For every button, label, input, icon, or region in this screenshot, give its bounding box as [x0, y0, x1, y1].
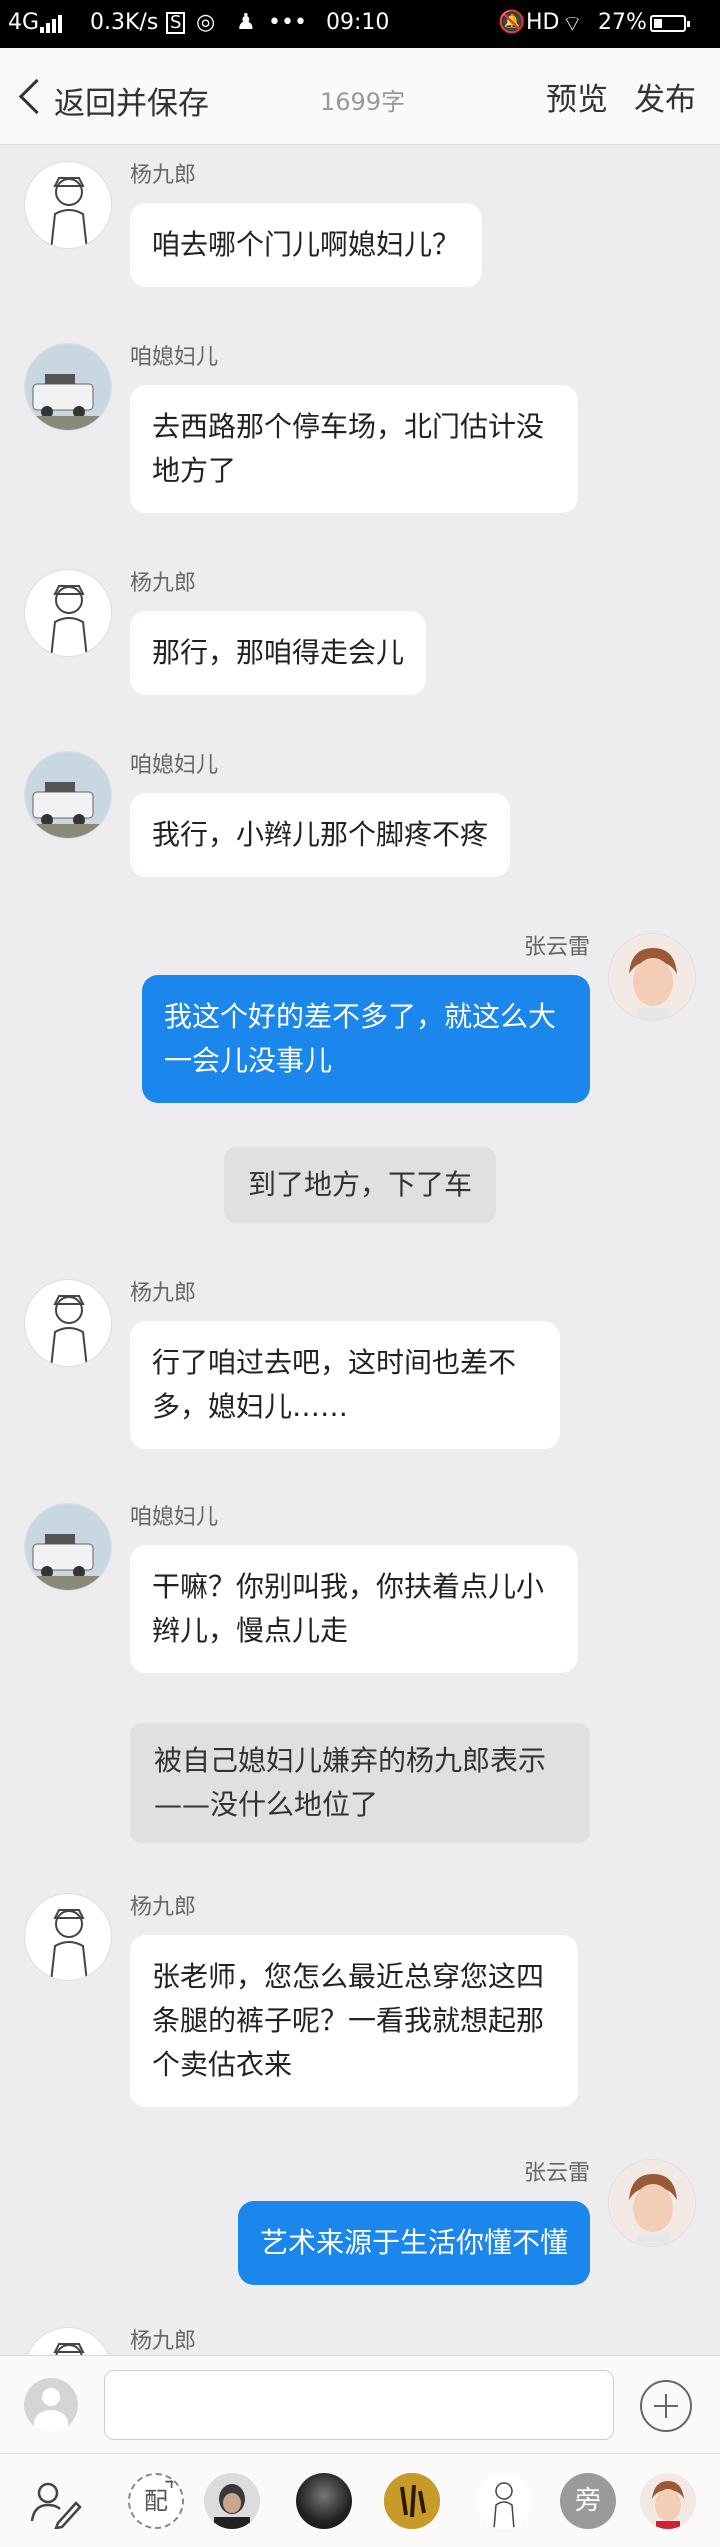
- network-type: 4G: [8, 10, 40, 35]
- role-avatar[interactable]: [384, 2473, 440, 2529]
- s-app-icon: S: [166, 12, 186, 34]
- sketch-boy-avatar[interactable]: [24, 2327, 112, 2355]
- message-input[interactable]: [104, 2370, 614, 2440]
- role-select-avatar-icon[interactable]: [24, 2378, 78, 2432]
- nav-bar: 返回并保存 1699字 预览 发布: [0, 48, 720, 145]
- narration[interactable]: 被自己媳妇儿嫌弃的杨九郎表示——没什么地位了: [130, 1723, 590, 1843]
- message-bubble[interactable]: 去西路那个停车场，北门估计没地方了: [130, 385, 578, 513]
- role-bar: 配 + 旁: [0, 2453, 720, 2547]
- message-bubble[interactable]: 艺术来源于生活你懂不懂: [237, 2201, 590, 2285]
- role-avatar[interactable]: [640, 2473, 696, 2529]
- sketch-boy-avatar[interactable]: [24, 161, 112, 249]
- qq-icon: ♟: [236, 10, 256, 35]
- message-bubble[interactable]: 行了咱过去吧，这时间也差不多，媳妇儿……: [130, 1321, 560, 1449]
- battery-percent: 27%: [598, 10, 647, 35]
- photo-avatar[interactable]: [608, 933, 696, 1021]
- chat-list[interactable]: 杨九郎 咱去哪个门儿啊媳妇儿？ 咱媳妇儿 去西路那个停车场，北门估计没地方了 杨…: [0, 145, 720, 2355]
- hd-indicator: HD: [526, 10, 560, 35]
- back-arrow-icon: [18, 78, 55, 115]
- van-photo-avatar[interactable]: [24, 1503, 112, 1591]
- sender-name: 咱媳妇儿: [130, 753, 219, 778]
- sender-name: 张云雷: [523, 2161, 590, 2186]
- sketch-boy-avatar[interactable]: [24, 1279, 112, 1367]
- sender-name: 杨九郎: [130, 2329, 197, 2354]
- sender-name: 咱媳妇儿: [130, 345, 219, 370]
- sender-name: 杨九郎: [130, 1281, 197, 1306]
- add-plus-icon[interactable]: [640, 2380, 692, 2432]
- message-bubble[interactable]: 我这个好的差不多了，就这么大一会儿没事儿: [142, 975, 590, 1103]
- more-dots-icon: •••: [268, 10, 307, 35]
- narration[interactable]: 到了地方，下了车: [130, 1147, 590, 1223]
- photo-avatar[interactable]: [608, 2159, 696, 2247]
- signal-icon: [40, 15, 62, 33]
- status-bar: 4G 0.3K/s S ◎ ♟ ••• 09:10 🔕 HD ⌔ 27%: [0, 0, 720, 48]
- preview-button[interactable]: 预览: [546, 74, 608, 119]
- weibo-icon: ◎: [196, 10, 216, 35]
- voice-over-role-button[interactable]: 配 +: [128, 2473, 184, 2529]
- clock: 09:10: [326, 10, 390, 35]
- sketch-boy-avatar[interactable]: [24, 569, 112, 657]
- message-bubble[interactable]: 我行，小辫儿那个脚疼不疼: [130, 793, 511, 877]
- role-avatar[interactable]: [204, 2473, 260, 2529]
- publish-button[interactable]: 发布: [634, 74, 696, 119]
- mute-bell-icon: 🔕: [498, 10, 526, 35]
- narration-text: 到了地方，下了车: [223, 1147, 496, 1223]
- sketch-boy-avatar[interactable]: [24, 1893, 112, 1981]
- input-bar: [0, 2355, 720, 2454]
- role-avatar[interactable]: [476, 2473, 532, 2529]
- wifi-icon: ⌔: [562, 12, 583, 37]
- sender-name: 张云雷: [523, 935, 590, 960]
- sender-name: 杨九郎: [130, 1895, 197, 1920]
- edit-roles-icon[interactable]: [26, 2473, 82, 2529]
- message-bubble[interactable]: 张老师，您怎么最近总穿您这四条腿的裤子呢？一看我就想起那个卖估衣来: [130, 1935, 578, 2107]
- word-count: 1699字: [320, 88, 406, 116]
- van-photo-avatar[interactable]: [24, 343, 112, 431]
- network-speed: 0.3K/s: [90, 10, 159, 35]
- battery-icon: [650, 15, 690, 32]
- sender-name: 杨九郎: [130, 571, 197, 596]
- role-avatar[interactable]: [296, 2473, 352, 2529]
- message-bubble[interactable]: 干嘛？你别叫我，你扶着点儿小辫儿，慢点儿走: [130, 1545, 578, 1673]
- narration-text: 被自己媳妇儿嫌弃的杨九郎表示——没什么地位了: [130, 1723, 590, 1843]
- van-photo-avatar[interactable]: [24, 751, 112, 839]
- sender-name: 咱媳妇儿: [130, 1505, 219, 1530]
- narrator-role-button[interactable]: 旁: [560, 2473, 616, 2529]
- message-bubble[interactable]: 那行，那咱得走会儿: [130, 611, 427, 695]
- message-bubble[interactable]: 咱去哪个门儿啊媳妇儿？: [130, 203, 483, 287]
- back-save-label: 返回并保存: [54, 86, 209, 122]
- sender-name: 杨九郎: [130, 163, 197, 188]
